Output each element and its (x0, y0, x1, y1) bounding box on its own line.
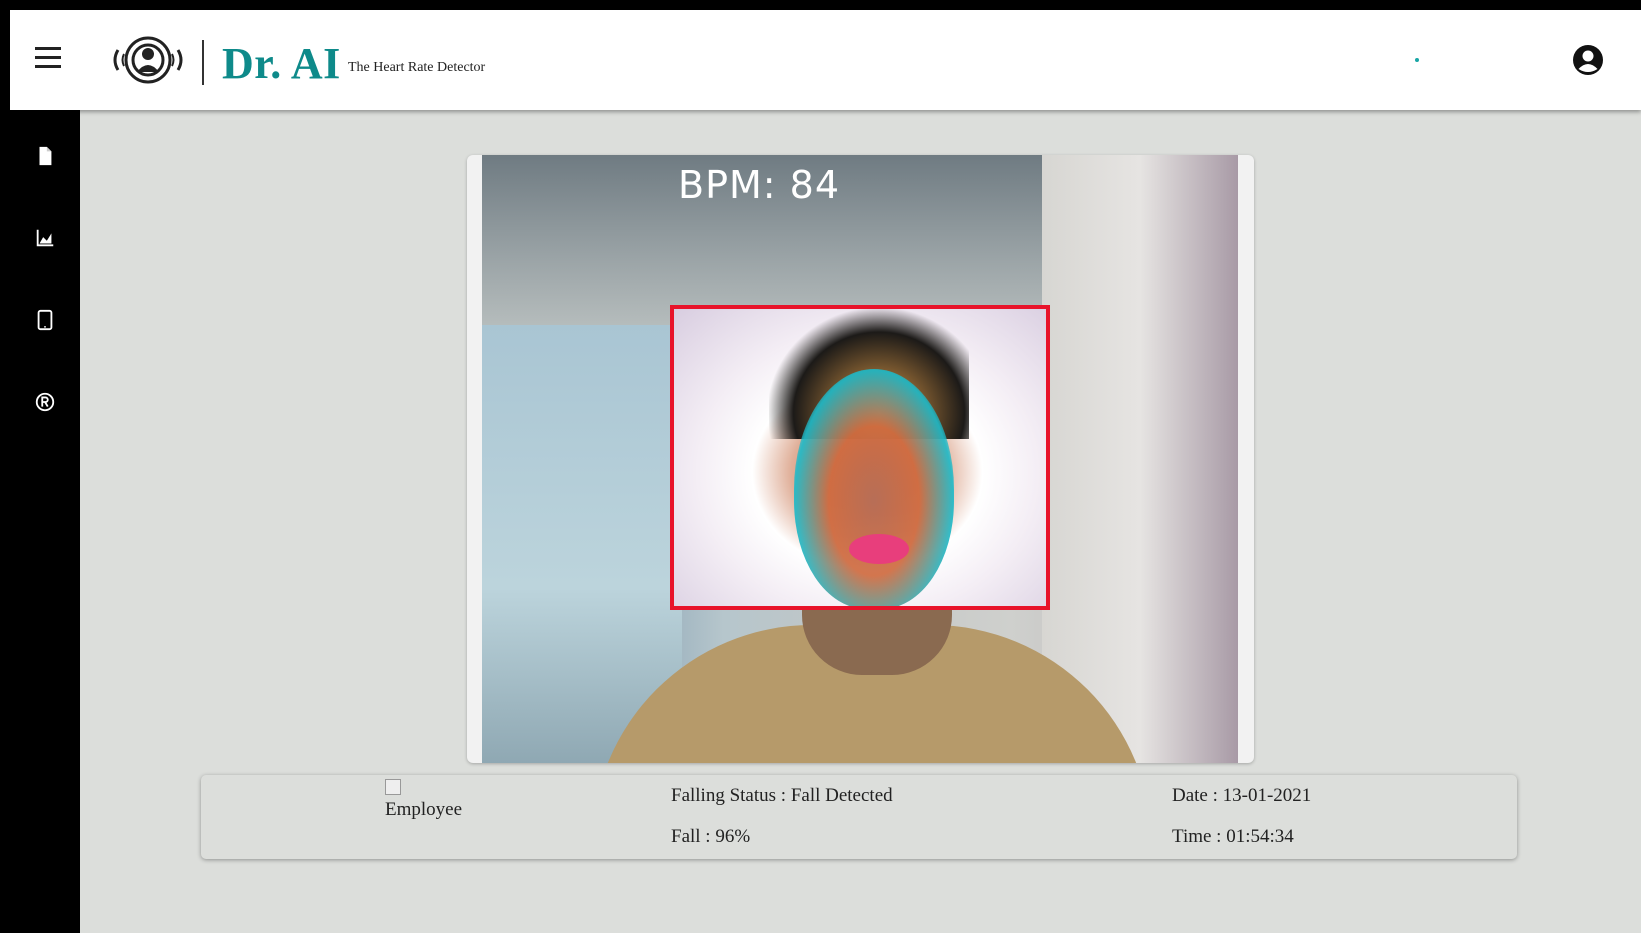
camera-feed: BPM: 84 (482, 155, 1238, 763)
sidebar-nav (10, 110, 80, 933)
detection-info-card: Employee Falling Status : Fall Detected … (201, 775, 1517, 859)
brand-name: Dr. AI (222, 39, 341, 88)
broken-image-icon (385, 779, 401, 795)
face-thermal-overlay (849, 534, 909, 564)
logo-divider (202, 40, 204, 85)
hamburger-menu-icon[interactable] (35, 47, 61, 69)
detection-time: Time : 01:54:34 (1172, 826, 1294, 847)
area-chart-icon[interactable] (31, 224, 59, 252)
video-feed-card: BPM: 84 (467, 155, 1254, 763)
registered-icon[interactable] (31, 388, 59, 416)
wireless-person-icon (113, 36, 183, 84)
top-app-bar: Dr. AI The Heart Rate Detector (10, 10, 1641, 110)
account-circle-icon[interactable] (1572, 44, 1604, 76)
tablet-icon[interactable] (31, 306, 59, 334)
face-thermal-overlay (794, 369, 954, 606)
brand-tagline: The Heart Rate Detector (348, 60, 486, 75)
falling-status: Falling Status : Fall Detected (671, 785, 893, 806)
fall-percentage: Fall : 96% (671, 826, 751, 847)
status-indicator (1415, 58, 1419, 62)
video-background (1042, 155, 1238, 763)
file-icon[interactable] (31, 142, 59, 170)
bpm-readout: BPM: 84 (678, 163, 841, 207)
face-detection-box (670, 305, 1050, 610)
detection-date: Date : 13-01-2021 (1172, 785, 1312, 806)
employee-image: Employee (385, 779, 475, 823)
app-screen: Dr. AI The Heart Rate Detector BPM: 84 E… (10, 10, 1641, 933)
employee-image-alt: Employee (385, 799, 463, 820)
